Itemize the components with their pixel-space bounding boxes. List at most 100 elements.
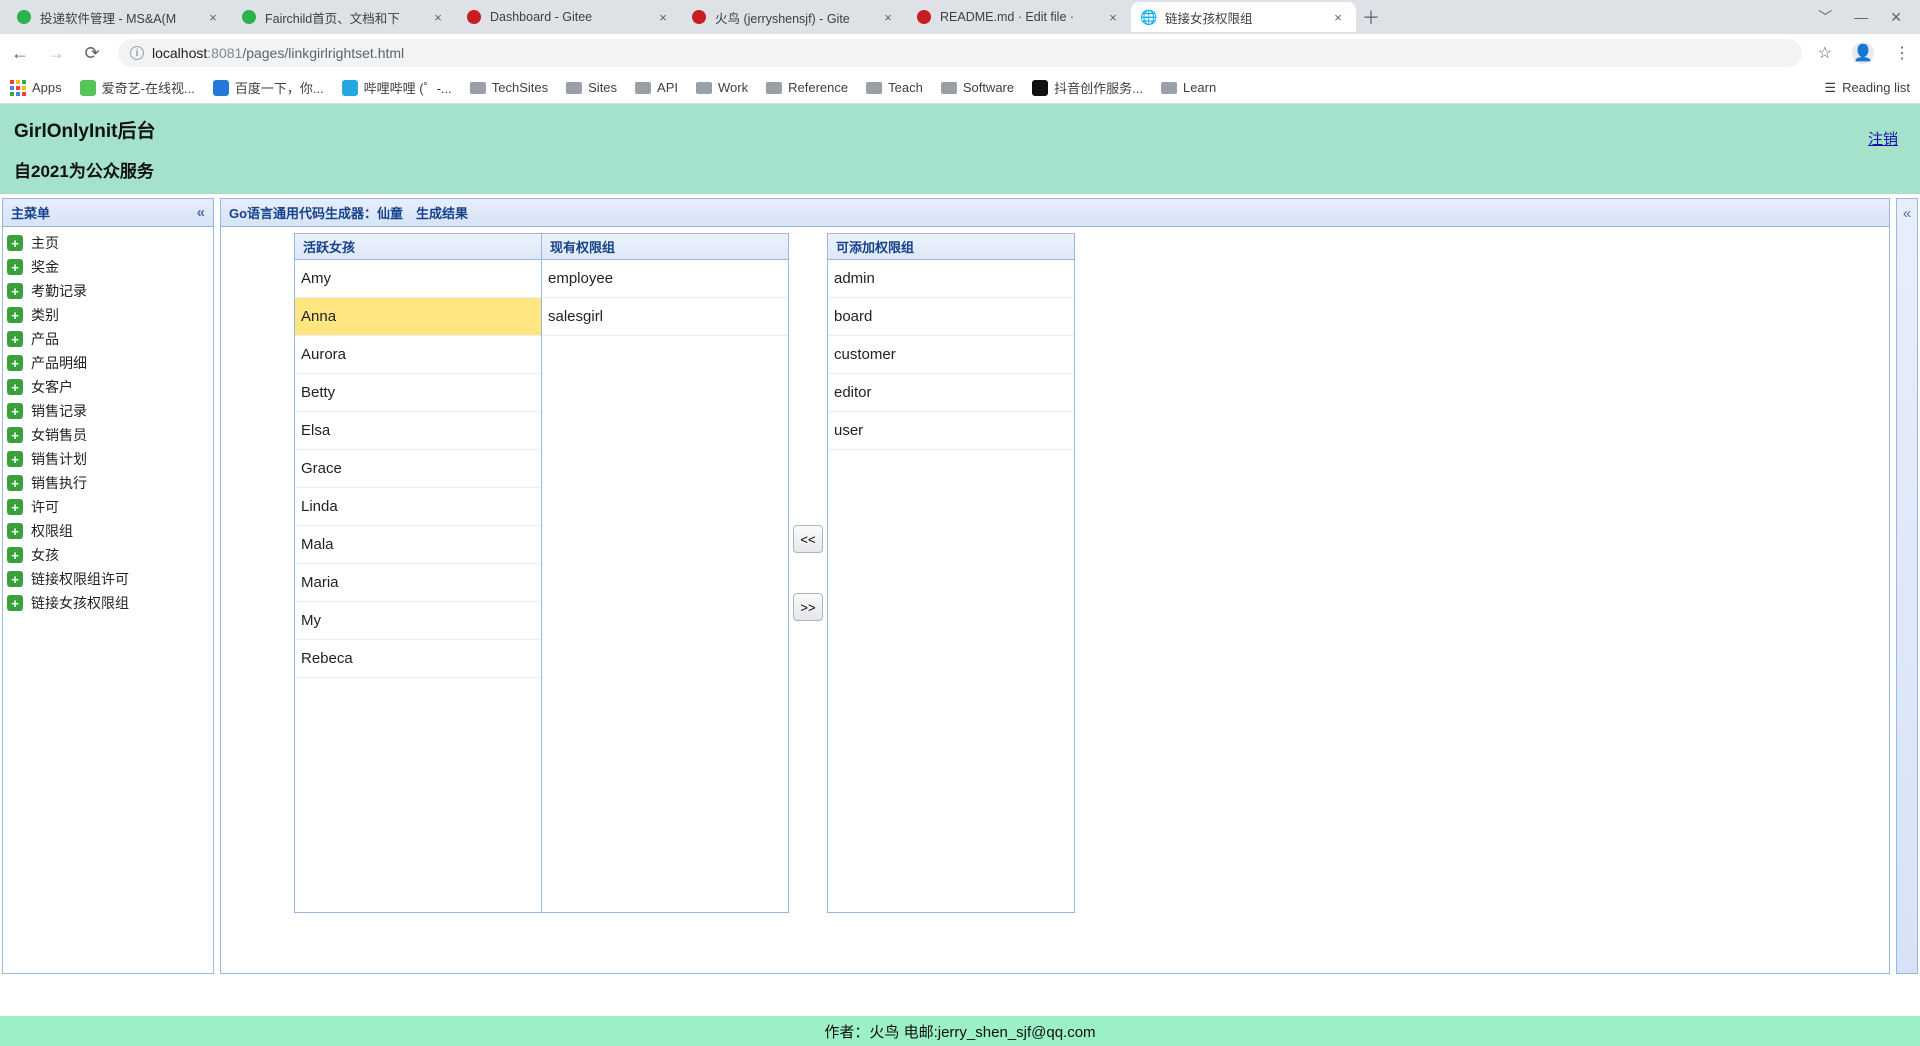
bookmark-item[interactable]: 抖音创作服务... [1032,78,1143,97]
folder-icon [470,82,486,94]
list-item[interactable]: admin [828,260,1074,298]
list-item[interactable]: customer [828,336,1074,374]
tab-close-icon[interactable]: × [1105,10,1121,25]
list-item[interactable]: Elsa [295,412,541,450]
bookmark-folder[interactable]: Sites [566,80,617,95]
list-item[interactable]: Mala [295,526,541,564]
browser-menu-icon[interactable]: ⋮ [1894,43,1910,63]
sidebar-item[interactable]: +女销售员 [7,423,209,447]
page-subtitle: 自2021为公众服务 [14,157,1906,182]
list-item[interactable]: My [295,602,541,640]
sidebar-collapse-icon[interactable]: « [197,204,205,221]
profile-avatar-icon[interactable]: 👤 [1852,42,1874,64]
bookmark-label: Software [963,80,1014,95]
list-item[interactable]: Rebeca [295,640,541,678]
list-item[interactable]: user [828,412,1074,450]
bookmark-folder[interactable]: API [635,80,678,95]
list-item[interactable]: Maria [295,564,541,602]
logout-link[interactable]: 注销 [1868,128,1898,149]
bookmark-folder[interactable]: Learn [1161,80,1216,95]
browser-tab[interactable]: Dashboard - Gitee× [456,2,681,32]
list-item[interactable]: board [828,298,1074,336]
sidebar-item[interactable]: +链接女孩权限组 [7,591,209,615]
sidebar-item[interactable]: +销售执行 [7,471,209,495]
list-item[interactable]: employee [542,260,788,298]
browser-tab[interactable]: README.md · Edit file · × [906,2,1131,32]
sidebar-item[interactable]: +产品明细 [7,351,209,375]
list-item[interactable]: Amy [295,260,541,298]
list-item[interactable]: Betty [295,374,541,412]
bookmark-apps[interactable]: Apps [10,80,62,96]
reading-list-button[interactable]: ☰Reading list [1824,80,1910,96]
bookmark-folder[interactable]: Reference [766,80,848,95]
tab-close-icon[interactable]: × [205,10,221,25]
list-item[interactable]: salesgirl [542,298,788,336]
transfer-buttons: << >> [789,233,827,913]
new-tab-button[interactable]: ＋ [1356,4,1386,30]
list-item[interactable]: Linda [295,488,541,526]
bookmark-folder[interactable]: TechSites [470,80,548,95]
folder-icon [696,82,712,94]
bookmark-item[interactable]: 爱奇艺-在线视... [80,78,195,97]
bookmark-label: API [657,80,678,95]
window-dropdown-button[interactable]: ﹀ [1818,7,1832,27]
sidebar-item[interactable]: +奖金 [7,255,209,279]
site-info-icon[interactable]: i [130,46,144,60]
tab-close-icon[interactable]: × [430,10,446,25]
bookmark-item[interactable]: 百度一下，你... [213,78,324,97]
list-item[interactable]: Grace [295,450,541,488]
window-minimize-button[interactable]: — [1854,9,1868,25]
sidebar-item-label: 链接女孩权限组 [31,593,129,613]
sidebar-item[interactable]: +女孩 [7,543,209,567]
sidebar-item[interactable]: +女客户 [7,375,209,399]
tab-close-icon[interactable]: × [1330,10,1346,25]
list-item[interactable]: Anna [295,298,541,336]
browser-tab[interactable]: 🌐链接女孩权限组× [1131,2,1356,32]
list-item[interactable]: Aurora [295,336,541,374]
available-rights-header: 可添加权限组 [828,234,1074,260]
list-item[interactable]: editor [828,374,1074,412]
bookmark-folder[interactable]: Teach [866,80,923,95]
right-collapsed-panel[interactable]: « [1896,198,1918,974]
bookmark-label: 哔哩哔哩 (゜-... [364,78,452,97]
sidebar-item[interactable]: +产品 [7,327,209,351]
browser-tab[interactable]: 火鸟 (jerryshensjf) - Gite× [681,2,906,32]
tab-title: Fairchild首页、文档和下 [265,8,422,27]
folder-icon [566,82,582,94]
available-rights-list: 可添加权限组 adminboardcustomereditoruser [827,233,1075,913]
bookmark-star-icon[interactable]: ☆ [1818,43,1832,63]
bookmark-favicon-icon [80,80,96,96]
sidebar-item[interactable]: +主页 [7,231,209,255]
list-item-label: Betty [301,384,335,401]
bookmark-folder[interactable]: Work [696,80,748,95]
list-item-label: Linda [301,498,338,515]
bookmark-folder[interactable]: Software [941,80,1014,95]
tab-close-icon[interactable]: × [655,10,671,25]
move-right-button[interactable]: >> [793,593,823,621]
bookmark-label: Sites [588,80,617,95]
sidebar-item-label: 女销售员 [31,425,87,445]
nav-back-button[interactable]: ← [10,43,30,64]
url-input[interactable]: i localhost:8081/pages/linkgirlrightset.… [118,39,1802,67]
folder-icon [866,82,882,94]
sidebar-item[interactable]: +许可 [7,495,209,519]
nav-reload-button[interactable]: ⟳ [82,43,102,64]
browser-chrome: 投递软件管理 - MS&A(M×Fairchild首页、文档和下×Dashboa… [0,0,1920,104]
main-body: 活跃女孩 AmyAnnaAuroraBettyElsaGraceLindaMal… [221,227,1889,973]
sidebar-item[interactable]: +链接权限组许可 [7,567,209,591]
window-close-button[interactable]: ✕ [1890,9,1902,26]
sidebar-item[interactable]: +类别 [7,303,209,327]
sidebar-body: +主页+奖金+考勤记录+类别+产品+产品明细+女客户+销售记录+女销售员+销售计… [3,227,213,973]
sidebar-item[interactable]: +权限组 [7,519,209,543]
sidebar-item[interactable]: +考勤记录 [7,279,209,303]
tab-close-icon[interactable]: × [880,10,896,25]
move-left-button[interactable]: << [793,525,823,553]
browser-tab[interactable]: Fairchild首页、文档和下 × [231,2,456,32]
favicon-icon [691,9,707,25]
bookmark-item[interactable]: 哔哩哔哩 (゜-... [342,78,452,97]
browser-tab[interactable]: 投递软件管理 - MS&A(M× [6,2,231,32]
sidebar-item[interactable]: +销售记录 [7,399,209,423]
sidebar-item[interactable]: +销售计划 [7,447,209,471]
right-panel-expand-icon[interactable]: « [1903,205,1911,222]
sidebar-item-label: 销售计划 [31,449,87,469]
